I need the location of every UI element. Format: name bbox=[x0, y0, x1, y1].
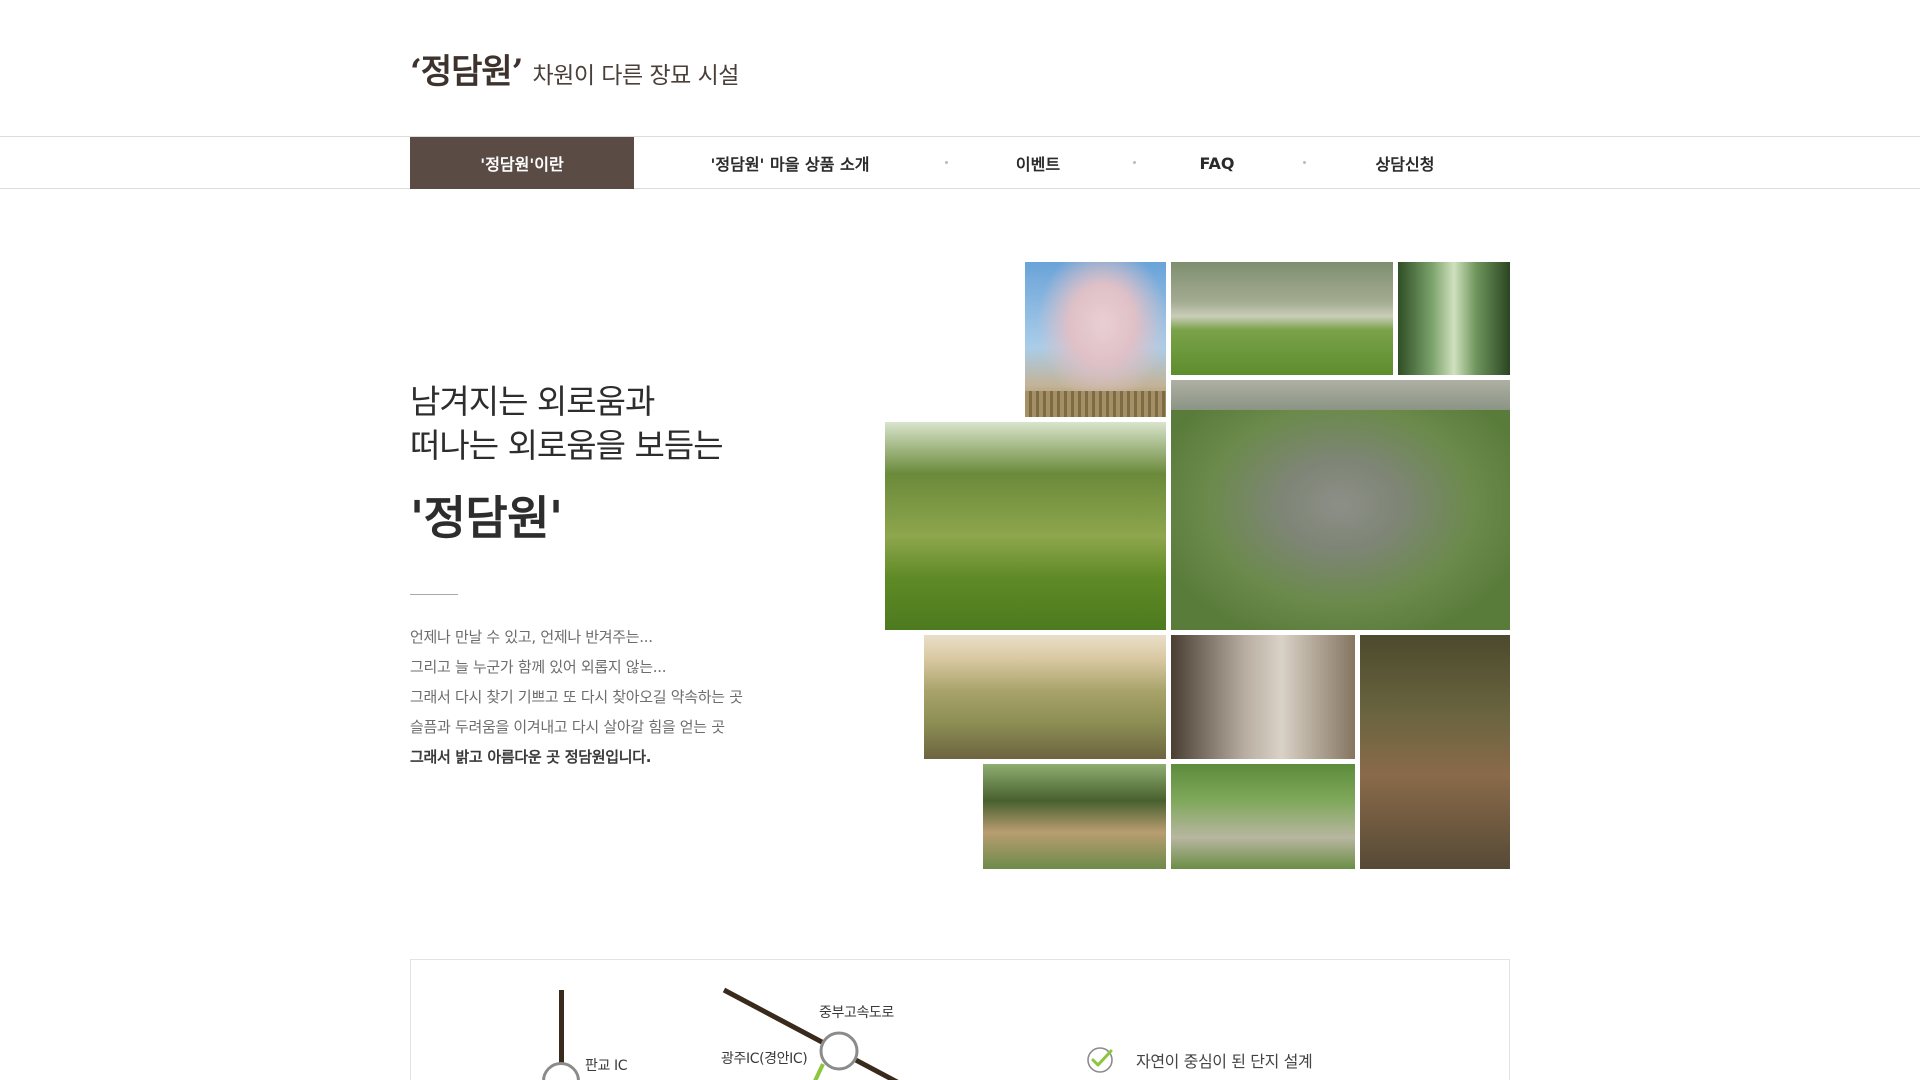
intro-line-2: 떠나는 외로움을 보듬는 bbox=[410, 426, 724, 465]
photo-walking-path bbox=[1171, 764, 1355, 869]
description-line: 그리고 늘 누군가 함께 있어 외롭지 않는... bbox=[410, 658, 667, 676]
feature-text: 자연이 중심이 된 단지 설계 bbox=[1136, 1052, 1313, 1071]
map-label-gwangju-ic: 광주IC(경안IC) bbox=[721, 1051, 808, 1067]
main-nav: '정담원'이란 '정담원' 마을 상품 소개 이벤트 FAQ 상담신청 bbox=[0, 136, 1920, 189]
nav-item-products[interactable]: '정담원' 마을 상품 소개 bbox=[640, 137, 940, 189]
photo-seniors-porch bbox=[1171, 635, 1355, 759]
nav-item-consult[interactable]: 상담신청 bbox=[1320, 137, 1490, 189]
description-line: 그래서 다시 찾기 기쁘고 또 다시 찾아오길 약속하는 곳 bbox=[410, 688, 743, 706]
intro-line-1: 남겨지는 외로움과 bbox=[410, 382, 655, 421]
photo-lakeside-bicycle bbox=[1171, 262, 1393, 375]
check-circle-icon bbox=[1087, 1047, 1113, 1073]
location-map-box: 판교 IC 중부고속도로 광주IC(경안IC) 자연이 중심이 된 단지 설계 bbox=[410, 959, 1510, 1080]
photo-seniors-forest bbox=[1360, 635, 1510, 869]
intro-divider bbox=[410, 594, 458, 595]
site-logo[interactable]: ‘정담원’ 차원이 다른 장묘 시설 bbox=[410, 44, 739, 93]
nav-item-about[interactable]: '정담원'이란 bbox=[410, 137, 634, 189]
map-gwangju-ic-marker bbox=[819, 1031, 859, 1071]
nav-separator bbox=[945, 161, 948, 164]
intro-brand: '정담원' bbox=[410, 491, 563, 545]
photo-seniors-field bbox=[924, 635, 1166, 759]
intro-description: 언제나 만날 수 있고, 언제나 반겨주는... 그리고 늘 누군가 함께 있어… bbox=[410, 622, 830, 772]
photo-thatched-village bbox=[983, 764, 1166, 869]
nav-separator bbox=[1303, 161, 1306, 164]
nav-separator bbox=[1133, 161, 1136, 164]
photo-pavilion-field bbox=[885, 422, 1166, 630]
logo-tagline: 차원이 다른 장묘 시설 bbox=[532, 63, 740, 89]
photo-cherry-blossom bbox=[1025, 262, 1166, 417]
site-header: ‘정담원’ 차원이 다른 장묘 시설 bbox=[0, 0, 1920, 136]
nav-item-faq[interactable]: FAQ bbox=[1150, 137, 1284, 189]
description-line-emphasis: 그래서 밝고 아름다운 곳 정담원입니다. bbox=[410, 748, 652, 766]
description-line: 슬픔과 두려움을 이겨내고 다시 살아갈 힘을 얻는 곳 bbox=[410, 718, 725, 736]
intro-block: 남겨지는 외로움과 떠나는 외로움을 보듬는 '정담원' bbox=[410, 380, 850, 548]
photo-village-aerial bbox=[1171, 380, 1510, 630]
photo-bamboo-forest bbox=[1398, 262, 1510, 375]
map-label-highway: 중부고속도로 bbox=[819, 1005, 894, 1021]
map-road-connector bbox=[813, 1063, 825, 1080]
logo-brand: ‘정담원’ bbox=[410, 52, 524, 92]
nav-item-event[interactable]: 이벤트 bbox=[960, 137, 1116, 189]
feature-item: 자연이 중심이 된 단지 설계 bbox=[1086, 1046, 1313, 1074]
description-line: 언제나 만날 수 있고, 언제나 반겨주는... bbox=[410, 628, 653, 646]
